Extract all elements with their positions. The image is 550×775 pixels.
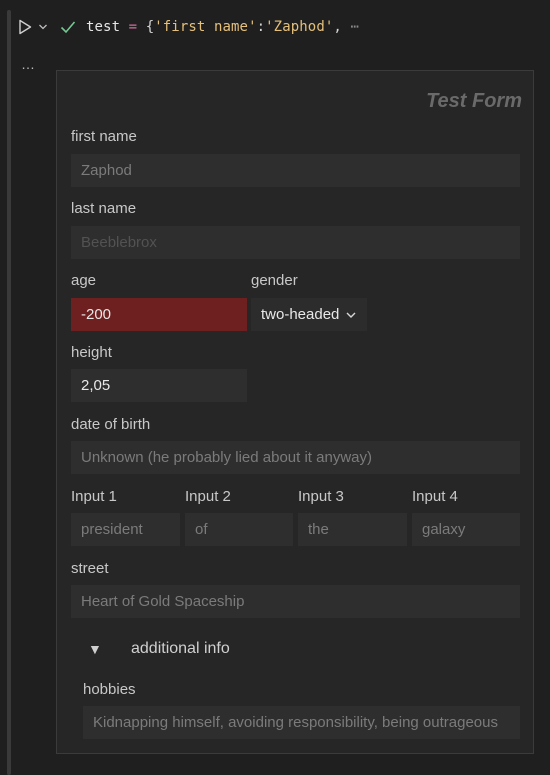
input-2[interactable]: of — [185, 513, 293, 546]
additional-info-summary[interactable]: additional info — [131, 640, 230, 658]
gender-selected: two-headed — [261, 306, 340, 323]
gender-label: gender — [251, 272, 298, 289]
hobbies-input[interactable]: Kidnapping himself, avoiding responsibil… — [83, 706, 520, 739]
last-name-input[interactable]: Beeblebrox — [71, 226, 520, 259]
chevron-down-icon — [39, 24, 47, 30]
dob-input[interactable]: Unknown (he probably lied about it anywa… — [71, 441, 520, 474]
last-name-label: last name — [71, 200, 137, 217]
first-name-label: first name — [71, 128, 137, 145]
input-4-placeholder: galaxy — [422, 521, 466, 538]
code-comma: , — [333, 19, 342, 35]
run-options-button[interactable] — [36, 18, 50, 36]
code-variable: test — [86, 19, 121, 35]
chevron-down-icon — [345, 308, 359, 322]
input-3-label: Input 3 — [298, 488, 344, 505]
cell-gutter-bar — [7, 10, 11, 775]
height-input[interactable]: 2,05 — [71, 369, 247, 402]
cell-header: test = {'first name':'Zaphod', ⋯ — [14, 12, 550, 42]
input-1[interactable]: president — [71, 513, 180, 546]
notebook-cell: test = {'first name':'Zaphod', ⋯ … Test … — [0, 0, 550, 775]
street-placeholder: Heart of Gold Spaceship — [81, 593, 245, 610]
code-key: 'first name' — [154, 19, 257, 35]
input-1-placeholder: president — [81, 521, 143, 538]
code-colon: : — [256, 19, 266, 35]
input-3[interactable]: the — [298, 513, 407, 546]
last-name-placeholder: Beeblebrox — [81, 234, 157, 251]
code-value: 'Zaphod' — [265, 19, 334, 35]
first-name-placeholder: Zaphod — [81, 162, 132, 179]
test-form: Test Form first name Zaphod last name Be… — [56, 70, 534, 754]
input-2-label: Input 2 — [185, 488, 231, 505]
height-value: 2,05 — [81, 377, 111, 394]
street-label: street — [71, 560, 109, 577]
height-label: height — [71, 344, 112, 361]
execution-status — [58, 18, 78, 36]
code-truncation-ellipsis: ⋯ — [350, 19, 359, 35]
code-operator: = — [128, 19, 138, 35]
input-4-label: Input 4 — [412, 488, 458, 505]
input-1-label: Input 1 — [71, 488, 117, 505]
age-value: -200 — [81, 306, 112, 323]
run-icon — [19, 19, 32, 35]
input-4[interactable]: galaxy — [412, 513, 520, 546]
hobbies-label: hobbies — [83, 681, 136, 698]
hobbies-placeholder: Kidnapping himself, avoiding responsibil… — [93, 714, 498, 731]
street-input[interactable]: Heart of Gold Spaceship — [71, 585, 520, 618]
form-title: Test Form — [426, 90, 522, 112]
input-3-placeholder: the — [308, 521, 329, 538]
gender-select[interactable]: two-headed — [251, 298, 367, 331]
age-label: age — [71, 272, 97, 289]
details-toggle-icon[interactable]: ▼ — [88, 641, 102, 657]
input-2-placeholder: of — [195, 521, 208, 538]
run-cell-button[interactable] — [16, 18, 34, 36]
first-name-input[interactable]: Zaphod — [71, 154, 520, 187]
dob-placeholder: Unknown (he probably lied about it anywa… — [81, 449, 372, 466]
dob-label: date of birth — [71, 416, 151, 433]
output-more-button[interactable]: … — [21, 56, 36, 72]
cell-code[interactable]: test = {'first name':'Zaphod', ⋯ — [86, 19, 359, 35]
age-input[interactable]: -200 — [71, 298, 247, 331]
code-brace: { — [145, 19, 155, 35]
check-icon — [60, 21, 76, 34]
